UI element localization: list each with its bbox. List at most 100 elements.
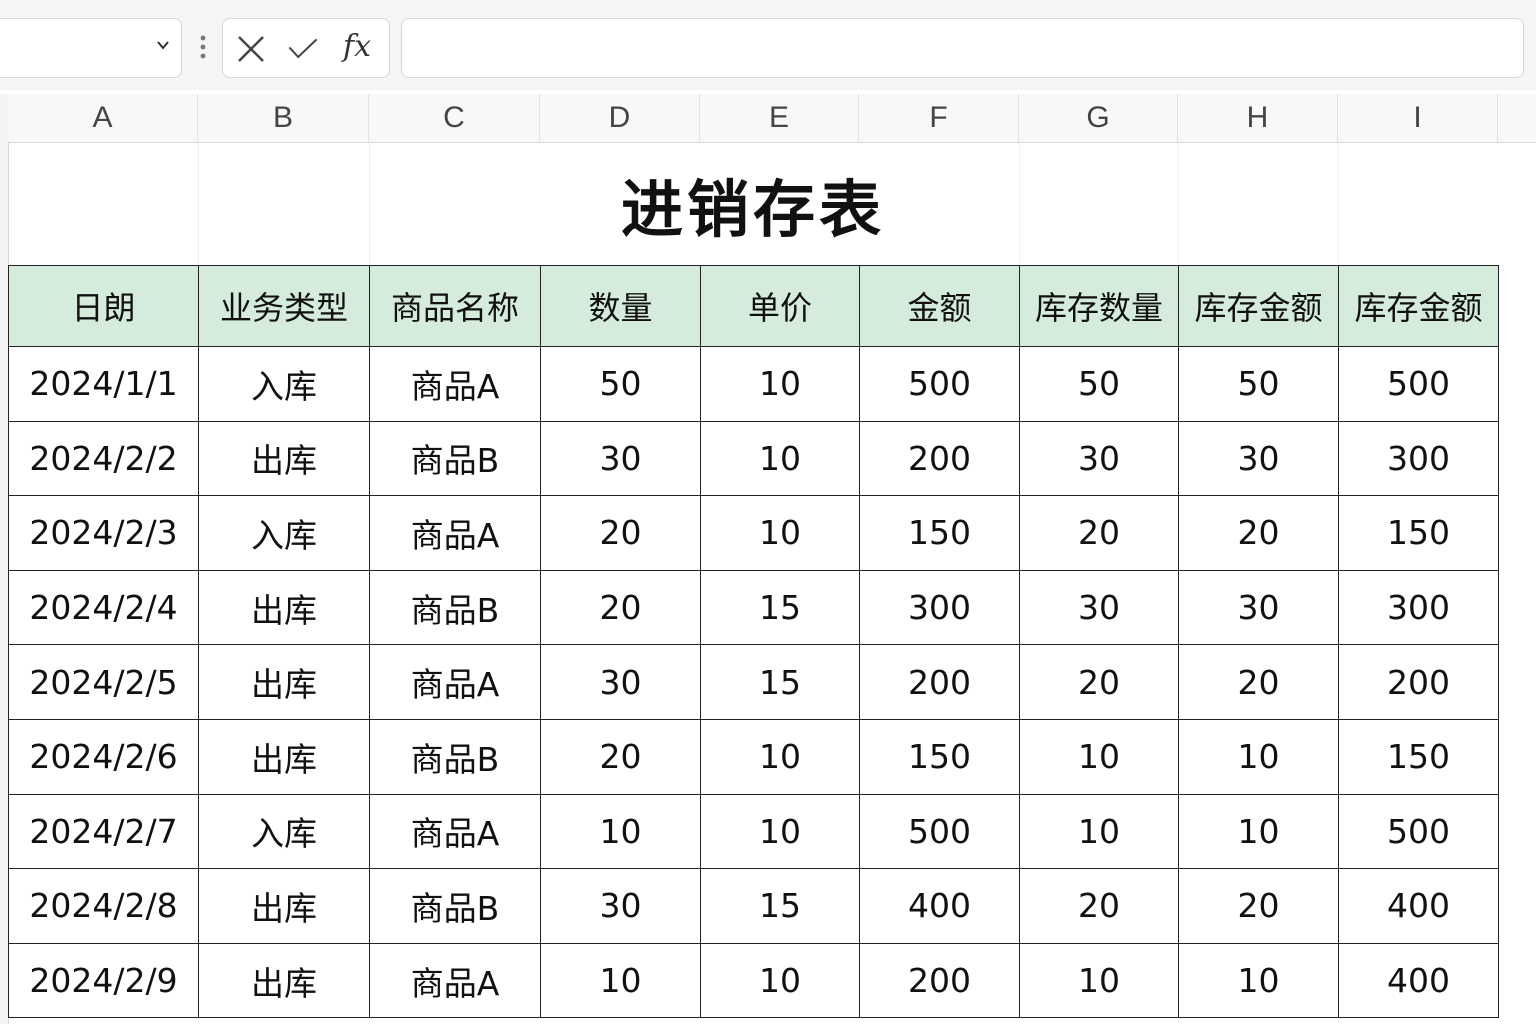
table-cell[interactable]: 10 — [1178, 718, 1339, 795]
more-vertical-icon[interactable] — [196, 34, 210, 60]
table-cell[interactable]: 10 — [1019, 718, 1179, 795]
table-cell[interactable]: 15 — [700, 644, 860, 720]
header-cell[interactable]: 业务类型 — [198, 265, 370, 347]
table-cell[interactable]: 2024/1/1 — [8, 346, 199, 422]
header-cell[interactable]: 单价 — [700, 265, 860, 347]
table-cell[interactable]: 10 — [1019, 942, 1179, 1019]
table-cell[interactable]: 20 — [1178, 868, 1339, 944]
table-cell[interactable]: 商品A — [369, 942, 541, 1019]
header-cell[interactable]: 数量 — [540, 265, 701, 347]
table-cell[interactable]: 出库 — [198, 644, 370, 720]
table-cell[interactable]: 400 — [1338, 942, 1499, 1019]
table-cell[interactable]: 出库 — [198, 718, 370, 795]
table-cell[interactable]: 2024/2/3 — [8, 495, 199, 571]
table-cell[interactable]: 出库 — [198, 569, 370, 646]
header-cell[interactable]: 库存金额 — [1178, 265, 1339, 347]
table-cell[interactable]: 10 — [540, 942, 701, 1019]
table-cell[interactable]: 50 — [1178, 346, 1339, 422]
table-cell[interactable]: 商品B — [369, 420, 541, 497]
table-cell[interactable]: 300 — [859, 569, 1020, 646]
column-header-e[interactable]: E — [700, 94, 859, 142]
confirm-icon[interactable] — [287, 33, 319, 65]
table-cell[interactable]: 10 — [1178, 942, 1339, 1019]
sheet-title-cell[interactable]: 进销存表 — [8, 143, 1498, 265]
table-cell[interactable]: 出库 — [198, 868, 370, 944]
function-icon[interactable]: fx — [343, 29, 371, 64]
formula-input[interactable] — [401, 18, 1524, 78]
column-header-i[interactable]: I — [1338, 94, 1498, 142]
table-cell[interactable]: 30 — [1019, 569, 1179, 646]
table-cell[interactable]: 商品A — [369, 495, 541, 571]
name-box[interactable] — [0, 18, 182, 78]
table-cell[interactable]: 30 — [540, 868, 701, 944]
table-cell[interactable]: 500 — [1338, 793, 1499, 870]
table-cell[interactable]: 入库 — [198, 793, 370, 870]
table-cell[interactable]: 入库 — [198, 346, 370, 422]
column-header-g[interactable]: G — [1019, 94, 1178, 142]
table-cell[interactable]: 10 — [700, 420, 860, 497]
header-cell[interactable]: 库存数量 — [1019, 265, 1179, 347]
header-cell[interactable]: 日朗 — [8, 265, 199, 347]
table-cell[interactable]: 10 — [700, 793, 860, 870]
table-cell[interactable]: 150 — [859, 718, 1020, 795]
chevron-down-icon[interactable] — [155, 37, 171, 53]
table-cell[interactable]: 50 — [1019, 346, 1179, 422]
table-cell[interactable]: 10 — [700, 495, 860, 571]
table-cell[interactable]: 2024/2/9 — [8, 942, 199, 1019]
table-cell[interactable]: 10 — [1178, 793, 1339, 870]
table-cell[interactable]: 2024/2/2 — [8, 420, 199, 497]
table-cell[interactable]: 10 — [1019, 793, 1179, 870]
column-header-h[interactable]: H — [1178, 94, 1338, 142]
table-cell[interactable]: 300 — [1338, 420, 1499, 497]
table-cell[interactable]: 20 — [540, 718, 701, 795]
header-cell[interactable]: 库存金额 — [1338, 265, 1499, 347]
table-cell[interactable]: 30 — [540, 644, 701, 720]
table-cell[interactable]: 商品A — [369, 793, 541, 870]
table-cell[interactable]: 400 — [859, 868, 1020, 944]
table-cell[interactable]: 150 — [859, 495, 1020, 571]
table-cell[interactable]: 商品B — [369, 718, 541, 795]
table-cell[interactable]: 2024/2/7 — [8, 793, 199, 870]
table-cell[interactable]: 商品A — [369, 644, 541, 720]
table-cell[interactable]: 150 — [1338, 495, 1499, 571]
table-cell[interactable]: 2024/2/8 — [8, 868, 199, 944]
column-header-c[interactable]: C — [369, 94, 540, 142]
table-cell[interactable]: 商品A — [369, 346, 541, 422]
table-cell[interactable]: 20 — [1019, 495, 1179, 571]
table-cell[interactable]: 50 — [540, 346, 701, 422]
column-header-a[interactable]: A — [8, 94, 198, 142]
table-cell[interactable]: 20 — [1178, 644, 1339, 720]
header-cell[interactable]: 金额 — [859, 265, 1020, 347]
table-cell[interactable]: 2024/2/4 — [8, 569, 199, 646]
table-cell[interactable]: 商品B — [369, 868, 541, 944]
cancel-icon[interactable] — [235, 33, 267, 65]
table-cell[interactable]: 20 — [1019, 644, 1179, 720]
table-cell[interactable]: 2024/2/5 — [8, 644, 199, 720]
header-cell[interactable]: 商品名称 — [369, 265, 541, 347]
table-cell[interactable]: 10 — [540, 793, 701, 870]
table-cell[interactable]: 400 — [1338, 868, 1499, 944]
table-cell[interactable]: 30 — [1178, 569, 1339, 646]
table-cell[interactable]: 20 — [540, 495, 701, 571]
table-cell[interactable]: 300 — [1338, 569, 1499, 646]
table-cell[interactable]: 200 — [1338, 644, 1499, 720]
table-cell[interactable]: 2024/2/6 — [8, 718, 199, 795]
table-cell[interactable]: 入库 — [198, 495, 370, 571]
table-cell[interactable]: 20 — [1019, 868, 1179, 944]
table-cell[interactable]: 30 — [540, 420, 701, 497]
table-cell[interactable]: 商品B — [369, 569, 541, 646]
column-header-f[interactable]: F — [859, 94, 1019, 142]
table-cell[interactable]: 500 — [859, 793, 1020, 870]
column-header-d[interactable]: D — [540, 94, 700, 142]
column-header-b[interactable]: B — [198, 94, 369, 142]
table-cell[interactable]: 30 — [1019, 420, 1179, 497]
table-cell[interactable]: 200 — [859, 942, 1020, 1019]
table-cell[interactable]: 出库 — [198, 420, 370, 497]
table-cell[interactable]: 10 — [700, 718, 860, 795]
table-cell[interactable]: 30 — [1178, 420, 1339, 497]
table-cell[interactable]: 200 — [859, 420, 1020, 497]
table-cell[interactable]: 10 — [700, 346, 860, 422]
table-cell[interactable]: 15 — [700, 868, 860, 944]
table-cell[interactable]: 20 — [1178, 495, 1339, 571]
table-cell[interactable]: 150 — [1338, 718, 1499, 795]
